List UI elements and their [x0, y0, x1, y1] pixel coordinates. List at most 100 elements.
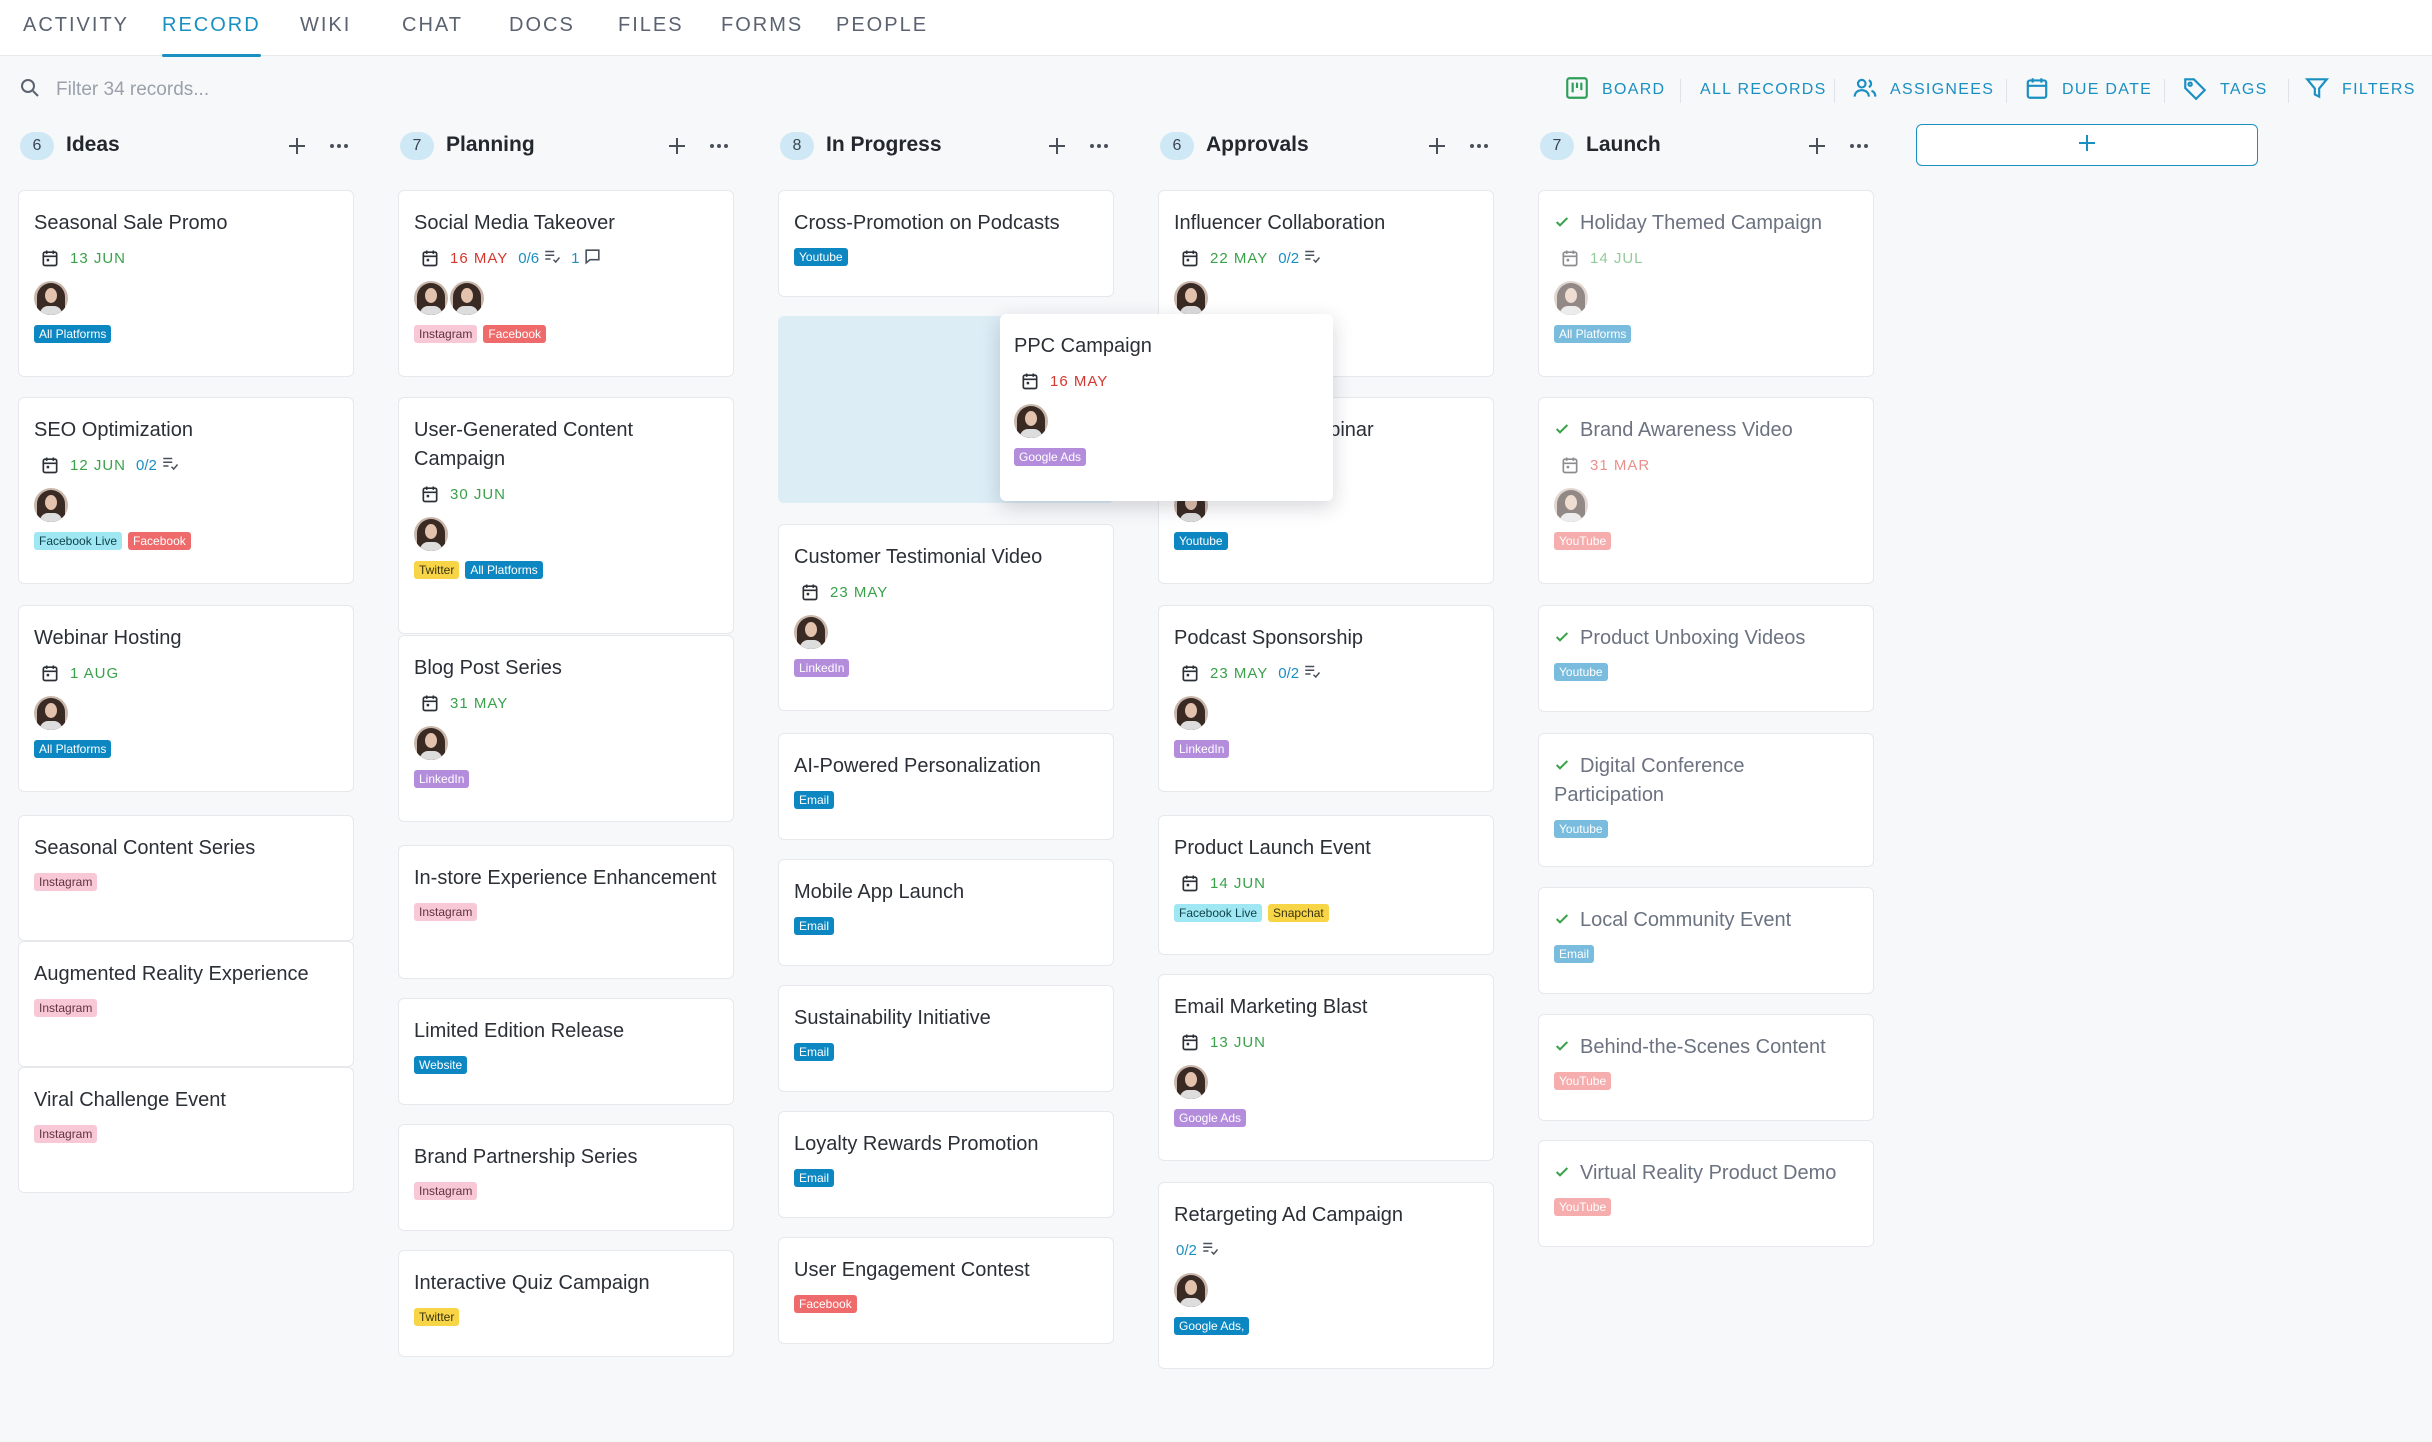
tag-badge[interactable]: LinkedIn [414, 770, 470, 788]
tag-badge[interactable]: All Platforms [34, 740, 112, 758]
tag-badge[interactable]: Instagram [34, 1125, 98, 1143]
tag-badge[interactable]: Google Ads [1174, 1109, 1247, 1127]
column-menu-button[interactable] [1464, 131, 1494, 161]
tag-badge[interactable]: Twitter [414, 561, 460, 579]
record-card[interactable]: Local Community Event Email [1538, 887, 1874, 994]
assignees-button[interactable]: ASSIGNEES [1852, 75, 1994, 105]
record-card[interactable]: Customer Testimonial Video 23 MAY LinkedIn [778, 524, 1114, 711]
record-card[interactable]: Digital Conference Participation Youtube [1538, 733, 1874, 867]
tab-record[interactable]: RECORD [162, 14, 261, 57]
tag-badge[interactable]: LinkedIn [794, 659, 850, 677]
record-card[interactable]: Podcast Sponsorship 23 MAY 0/2 LinkedIn [1158, 605, 1494, 792]
tag-badge[interactable]: Email [1554, 945, 1595, 963]
record-card[interactable]: Limited Edition Release Website [398, 998, 734, 1105]
tag-badge[interactable]: Google Ads, [1174, 1317, 1250, 1335]
tag-badge[interactable]: Facebook [483, 325, 547, 343]
due-date-button[interactable]: DUE DATE [2024, 75, 2152, 105]
record-card[interactable]: Email Marketing Blast 13 JUN Google Ads [1158, 974, 1494, 1161]
tag-badge[interactable]: Youtube [1554, 820, 1608, 838]
avatar[interactable] [1174, 281, 1208, 315]
avatar[interactable] [1174, 1065, 1208, 1099]
avatar[interactable] [34, 696, 68, 730]
tab-forms[interactable]: FORMS [721, 14, 803, 56]
tag-badge[interactable]: Instagram [414, 325, 478, 343]
tag-badge[interactable]: Facebook Live [34, 532, 123, 550]
record-card[interactable]: Interactive Quiz Campaign Twitter [398, 1250, 734, 1357]
tab-files[interactable]: FILES [618, 14, 684, 56]
tag-badge[interactable]: Website [414, 1056, 468, 1074]
record-card[interactable]: Holiday Themed Campaign 14 JUL All Platfor… [1538, 190, 1874, 377]
tag-badge[interactable]: LinkedIn [1174, 740, 1230, 758]
column-menu-button[interactable] [704, 131, 734, 161]
tag-badge[interactable]: Youtube [1174, 532, 1228, 550]
record-card[interactable]: Virtual Reality Product Demo YouTube [1538, 1140, 1874, 1247]
tag-badge[interactable]: Instagram [414, 903, 478, 921]
tag-badge[interactable]: All Platforms [465, 561, 543, 579]
tag-badge[interactable]: Twitter [414, 1308, 460, 1326]
tag-badge[interactable]: All Platforms [1554, 325, 1632, 343]
filter-records[interactable] [18, 73, 518, 107]
tag-badge[interactable]: YouTube [1554, 1198, 1612, 1216]
all-records-button[interactable]: ALL RECORDS [1700, 75, 1827, 105]
avatar[interactable] [1174, 1273, 1208, 1307]
record-card[interactable]: Augmented Reality Experience Instagram [18, 941, 354, 1067]
tag-badge[interactable]: Facebook Live [1174, 904, 1263, 922]
avatar[interactable] [1174, 696, 1208, 730]
add-column-button[interactable] [1916, 124, 2258, 166]
record-card[interactable]: Seasonal Content Series Instagram [18, 815, 354, 941]
avatar[interactable] [1554, 281, 1588, 315]
column-menu-button[interactable] [324, 131, 354, 161]
record-card[interactable]: Retargeting Ad Campaign 0/2 Google Ads, [1158, 1182, 1494, 1369]
add-card-button[interactable] [662, 131, 692, 161]
tag-badge[interactable]: Email [794, 917, 835, 935]
tag-badge[interactable]: Email [794, 1043, 835, 1061]
tag-badge[interactable]: Youtube [794, 248, 848, 266]
avatar[interactable] [34, 281, 68, 315]
tag-badge[interactable]: Facebook [128, 532, 191, 550]
tag-badge[interactable]: Instagram [414, 1182, 478, 1200]
record-card[interactable]: Product Launch Event 14 JUN Facebook Live S… [1158, 815, 1494, 955]
avatar[interactable] [34, 488, 68, 522]
tag-badge[interactable]: Email [794, 1169, 835, 1187]
record-card[interactable]: Mobile App Launch Email [778, 859, 1114, 966]
tag-badge[interactable]: Instagram [34, 873, 98, 891]
tag-badge[interactable]: YouTube [1554, 1072, 1612, 1090]
record-card[interactable]: Blog Post Series 31 MAY LinkedIn [398, 635, 734, 822]
tag-badge[interactable]: Youtube [1554, 663, 1608, 681]
add-card-button[interactable] [1802, 131, 1832, 161]
add-card-button[interactable] [282, 131, 312, 161]
add-card-button[interactable] [1422, 131, 1452, 161]
avatar[interactable] [1554, 488, 1588, 522]
subtasks-count[interactable]: 0/2 [136, 454, 179, 476]
tab-wiki[interactable]: WIKI [300, 14, 351, 56]
subtasks-count[interactable]: 0/6 [518, 247, 561, 269]
tab-chat[interactable]: CHAT [402, 14, 463, 56]
record-card[interactable]: Viral Challenge Event Instagram [18, 1067, 354, 1193]
record-card[interactable]: Sustainability Initiative Email [778, 985, 1114, 1092]
filter-input[interactable] [56, 79, 496, 101]
add-card-button[interactable] [1042, 131, 1072, 161]
record-card[interactable]: User-Generated Content Campaign 30 JUN Twi… [398, 397, 734, 634]
avatar[interactable] [414, 517, 448, 551]
avatar[interactable] [414, 726, 448, 760]
dragging-card[interactable]: PPC Campaign 16 MAY Google Ads [1000, 314, 1333, 501]
record-card[interactable]: Brand Partnership Series Instagram [398, 1124, 734, 1231]
tag-badge[interactable]: Instagram [34, 999, 98, 1017]
tab-docs[interactable]: DOCS [509, 14, 575, 56]
avatar[interactable] [450, 281, 484, 315]
record-card[interactable]: Product Unboxing Videos Youtube [1538, 605, 1874, 712]
record-card[interactable]: Loyalty Rewards Promotion Email [778, 1111, 1114, 1218]
record-card[interactable]: Webinar Hosting 1 AUG All Platforms [18, 605, 354, 792]
filters-button[interactable]: FILTERS [2304, 75, 2416, 105]
board-view-button[interactable]: BOARD [1564, 75, 1665, 105]
subtasks-count[interactable]: 0/2 [1176, 1239, 1219, 1261]
tags-button[interactable]: TAGS [2182, 75, 2268, 105]
record-card[interactable]: Cross-Promotion on Podcasts Youtube [778, 190, 1114, 297]
tab-people[interactable]: PEOPLE [836, 14, 928, 56]
record-card[interactable]: Seasonal Sale Promo 13 JUN All Platforms [18, 190, 354, 377]
record-card[interactable]: In-store Experience Enhancement Instagram [398, 845, 734, 979]
tag-badge[interactable]: Google Ads [1014, 448, 1087, 466]
avatar[interactable] [414, 281, 448, 315]
tag-badge[interactable]: YouTube [1554, 532, 1612, 550]
tag-badge[interactable]: Email [794, 791, 835, 809]
